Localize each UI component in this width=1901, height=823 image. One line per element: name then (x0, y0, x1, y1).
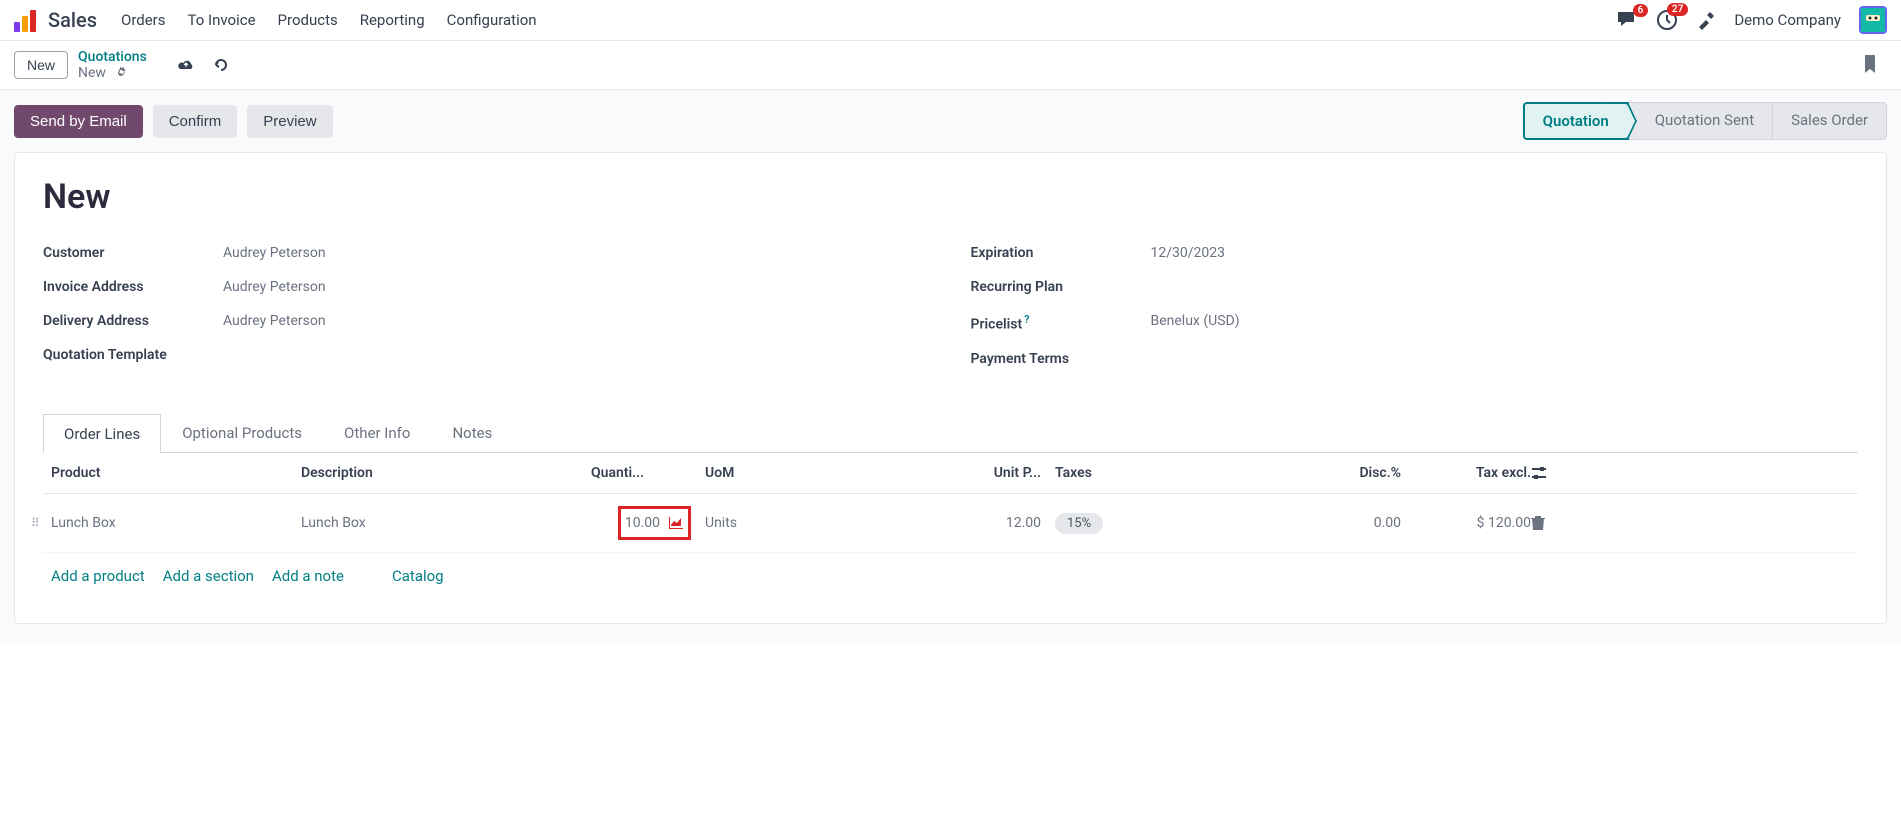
cell-quantity[interactable]: 10.00 (591, 506, 691, 540)
action-bar: Send by Email Confirm Preview Quotation … (14, 90, 1887, 152)
form-card: New Customer Audrey Peterson Invoice Add… (14, 152, 1887, 624)
header-tax-excl: Tax excl. (1401, 465, 1531, 481)
catalog-link[interactable]: Catalog (392, 567, 444, 585)
header-taxes: Taxes (1041, 465, 1341, 481)
breadcrumb-bar: New Quotations New (0, 41, 1901, 90)
cell-taxes[interactable]: 15% (1041, 515, 1341, 531)
cell-product[interactable]: Lunch Box (51, 515, 301, 531)
table-row[interactable]: ⠿ Lunch Box Lunch Box 10.00 Units 12.00 … (43, 494, 1858, 553)
add-product-link[interactable]: Add a product (51, 567, 145, 585)
tools-icon[interactable] (1696, 10, 1716, 30)
gear-icon[interactable] (114, 66, 128, 80)
preview-button[interactable]: Preview (247, 105, 332, 138)
activity-icon[interactable]: 27 (1656, 9, 1678, 31)
user-avatar[interactable] (1859, 6, 1887, 34)
app-logo (14, 8, 38, 32)
nav-reporting[interactable]: Reporting (360, 11, 425, 29)
chat-badge: 6 (1633, 4, 1649, 17)
customer-label: Customer (43, 245, 223, 261)
tab-order-lines[interactable]: Order Lines (43, 414, 161, 453)
cell-disc[interactable]: 0.00 (1341, 515, 1401, 531)
invoice-address-value[interactable]: Audrey Peterson (223, 279, 326, 295)
breadcrumb-current: New (78, 65, 106, 81)
tab-other-info[interactable]: Other Info (323, 413, 431, 452)
status-bar: Quotation Quotation Sent Sales Order (1523, 102, 1887, 140)
app-title[interactable]: Sales (48, 8, 97, 32)
delivery-address-value[interactable]: Audrey Peterson (223, 313, 326, 329)
top-nav: Orders To Invoice Products Reporting Con… (121, 11, 537, 29)
activity-badge: 27 (1667, 3, 1688, 16)
header-disc: Disc.% (1341, 465, 1401, 481)
delete-row-icon[interactable] (1531, 515, 1561, 531)
add-section-link[interactable]: Add a section (163, 567, 254, 585)
quotation-template-label: Quotation Template (43, 347, 223, 363)
status-sales-order[interactable]: Sales Order (1773, 102, 1887, 140)
nav-to-invoice[interactable]: To Invoice (188, 11, 256, 29)
forecast-chart-icon[interactable] (668, 516, 684, 530)
tax-badge[interactable]: 15% (1055, 513, 1103, 534)
nav-products[interactable]: Products (278, 11, 338, 29)
tabs: Order Lines Optional Products Other Info… (43, 413, 1858, 453)
pricelist-value[interactable]: Benelux (USD) (1151, 313, 1240, 333)
header-product: Product (51, 465, 301, 481)
new-button[interactable]: New (14, 51, 68, 79)
cloud-icon[interactable] (177, 58, 195, 72)
quantity-highlight: 10.00 (618, 506, 691, 540)
status-quotation[interactable]: Quotation (1523, 102, 1629, 140)
cell-description[interactable]: Lunch Box (301, 515, 591, 531)
order-lines-table: Product Description Quanti... UoM Unit P… (43, 453, 1858, 599)
columns-adjust-icon[interactable] (1531, 466, 1561, 480)
cell-uom[interactable]: Units (691, 515, 971, 531)
payment-terms-label: Payment Terms (971, 351, 1151, 367)
nav-configuration[interactable]: Configuration (447, 11, 537, 29)
send-email-button[interactable]: Send by Email (14, 105, 143, 138)
header-uom: UoM (691, 465, 971, 481)
page-title: New (43, 177, 1858, 217)
confirm-button[interactable]: Confirm (153, 105, 238, 138)
top-navbar: Sales Orders To Invoice Products Reporti… (0, 0, 1901, 41)
drag-handle-icon[interactable]: ⠿ (31, 516, 40, 530)
undo-icon[interactable] (213, 57, 229, 73)
tab-notes[interactable]: Notes (431, 413, 513, 452)
bookmark-icon[interactable] (1863, 55, 1877, 75)
help-icon[interactable]: ? (1024, 313, 1029, 326)
add-note-link[interactable]: Add a note (272, 567, 344, 585)
cell-tax-excl: $ 120.00 (1401, 515, 1531, 531)
customer-value[interactable]: Audrey Peterson (223, 245, 326, 261)
expiration-label: Expiration (971, 245, 1151, 261)
breadcrumb-parent[interactable]: Quotations (78, 49, 147, 65)
cell-unit-price[interactable]: 12.00 (971, 515, 1041, 531)
header-quantity: Quanti... (591, 465, 691, 481)
status-quotation-sent[interactable]: Quotation Sent (1629, 102, 1773, 140)
recurring-plan-label: Recurring Plan (971, 279, 1151, 295)
chat-icon[interactable]: 6 (1616, 10, 1638, 30)
invoice-address-label: Invoice Address (43, 279, 223, 295)
header-description: Description (301, 465, 591, 481)
delivery-address-label: Delivery Address (43, 313, 223, 329)
expiration-value[interactable]: 12/30/2023 (1151, 245, 1226, 261)
tab-optional-products[interactable]: Optional Products (161, 413, 323, 452)
pricelist-label: Pricelist? (971, 313, 1151, 333)
nav-orders[interactable]: Orders (121, 11, 166, 29)
header-unit-price: Unit P... (971, 465, 1041, 481)
quantity-value[interactable]: 10.00 (625, 515, 660, 531)
company-name[interactable]: Demo Company (1734, 11, 1841, 29)
